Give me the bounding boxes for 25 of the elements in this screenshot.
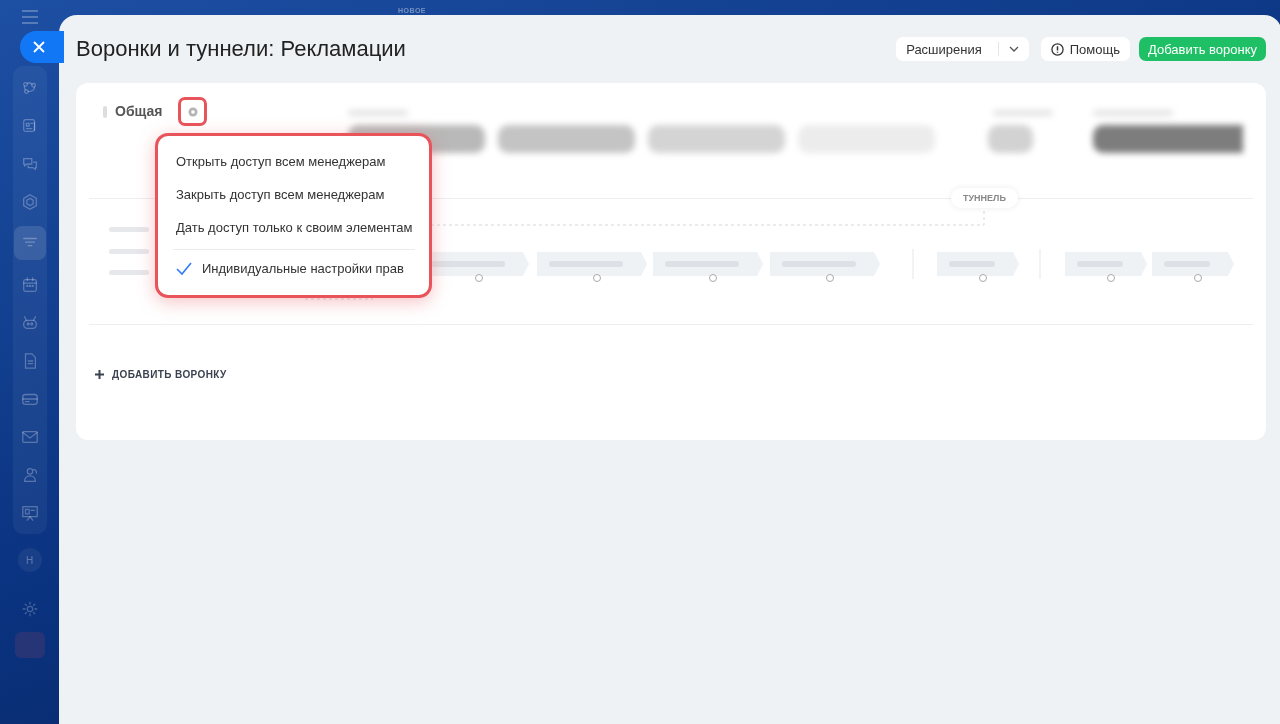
- calendar-icon: [20, 275, 39, 294]
- funnel-name: Общая: [115, 103, 163, 119]
- close-icon: [33, 41, 45, 53]
- caret-icon: [1008, 46, 1019, 52]
- hexagon-icon: [20, 192, 39, 211]
- extensions-button[interactable]: Расширения: [896, 37, 1029, 61]
- tunnel-label: ТУННЕЛЬ: [951, 188, 1018, 208]
- menu-item[interactable]: Закрыть доступ всем менеджерам: [173, 178, 415, 211]
- menu-item[interactable]: Открыть доступ всем менеджерам: [173, 145, 415, 178]
- menu-item[interactable]: Индивидуальные настройки прав: [173, 252, 415, 285]
- drag-handle[interactable]: [103, 106, 107, 118]
- settings-icon[interactable]: [20, 600, 39, 618]
- plus-icon: [95, 370, 104, 379]
- gear-icon: [186, 105, 199, 118]
- add-funnel-link[interactable]: ДОБАВИТЬ ВОРОНКУ: [95, 369, 227, 380]
- page-title: Воронки и туннели: Рекламации: [76, 36, 407, 62]
- close-button[interactable]: [20, 31, 64, 63]
- menu-icon[interactable]: [20, 10, 39, 24]
- help-button[interactable]: Помощь: [1040, 37, 1130, 61]
- board-icon: [20, 503, 39, 522]
- settings-button[interactable]: [178, 97, 207, 126]
- robot-icon: [20, 313, 39, 332]
- sidebar-item[interactable]: [13, 226, 46, 260]
- menu-item[interactable]: Дать доступ только к своим элементам: [173, 211, 415, 244]
- info-icon: [1050, 42, 1064, 56]
